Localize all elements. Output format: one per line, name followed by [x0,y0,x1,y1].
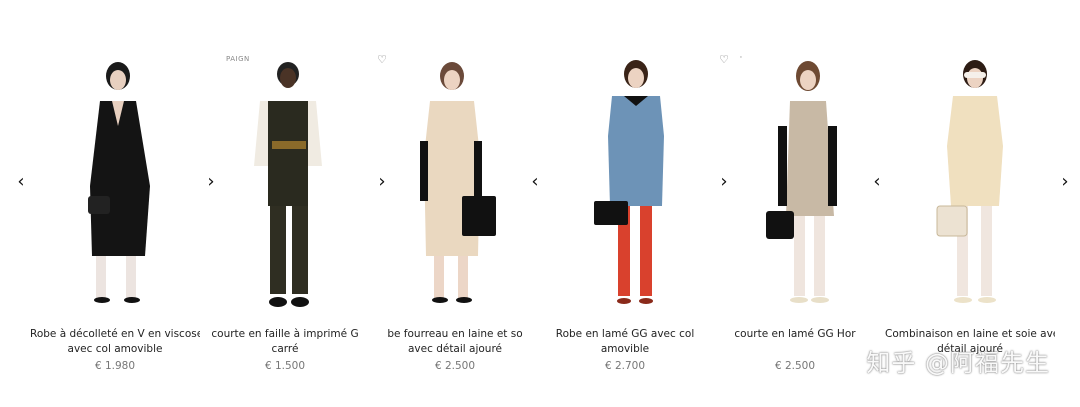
chevron-right-icon[interactable]: › [375,172,389,192]
product-title[interactable]: Robe à décolleté en V en viscose avec col… [30,327,200,357]
watermark: 知乎 @阿福先生 [866,349,1050,377]
product-card[interactable]: PAIGN courte en faille à imprimé Gcarré … [200,40,370,385]
product-title[interactable]: Robe en lamé GG avec col amovible [540,327,710,357]
chevron-right-icon[interactable]: › [204,172,218,192]
chevron-right-icon[interactable]: › [1058,172,1072,192]
product-carousel: ♡ Robe à décolleté en V en viscoseavec c… [0,40,1080,385]
product-price: € 2.700 [604,360,646,372]
product-image[interactable] [30,56,200,311]
chevron-left-icon[interactable]: ‹ [14,172,28,192]
product-price: € 1.500 [264,360,306,372]
product-title[interactable]: courte en faille à imprimé Gcarré [200,327,370,357]
product-title[interactable]: courte en lamé GG Hor [710,327,880,342]
product-price: € 1.980 [94,360,136,372]
product-image[interactable] [540,56,710,311]
product-price: € 2.500 [774,360,816,372]
product-card[interactable]: ♡ be fourreau en laine et so avec détail … [370,40,540,385]
product-image[interactable] [200,56,370,311]
chevron-left-icon[interactable]: ‹ [870,172,884,192]
chevron-left-icon[interactable]: ‹ [528,172,542,192]
product-card[interactable]: ♡ Robe à décolleté en V en viscoseavec c… [30,40,200,385]
product-image[interactable] [370,56,540,311]
product-price: € 2.500 [434,360,476,372]
chevron-right-icon[interactable]: › [717,172,731,192]
product-card[interactable]: ♡ ' courte en lamé GG Hor € 2.500 [710,40,880,385]
product-card[interactable]: Robe en lamé GG avec col amovible € 2.700 [540,40,710,385]
product-image[interactable] [710,56,880,311]
product-title[interactable]: be fourreau en laine et so avec détail aj… [370,327,540,357]
product-card[interactable]: ♡ Combinaison en laine et soie avecdétai… [885,40,1055,385]
product-image[interactable] [885,56,1055,311]
